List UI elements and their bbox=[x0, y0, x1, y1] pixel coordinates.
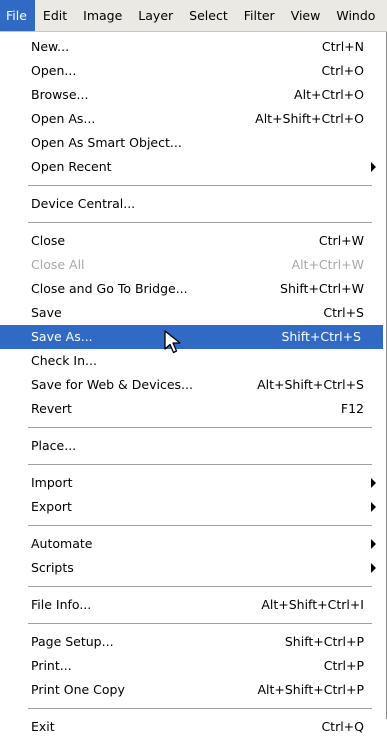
menu-item-shortcut: F12 bbox=[340, 401, 364, 416]
submenu-arrow-icon bbox=[371, 502, 376, 512]
menu-item-browse[interactable]: Browse... Alt+Ctrl+O bbox=[0, 83, 386, 107]
menu-separator bbox=[28, 708, 372, 709]
menu-layer[interactable]: Layer bbox=[130, 0, 181, 31]
menu-separator bbox=[28, 185, 372, 186]
menu-item-label: Open As Smart Object... bbox=[31, 135, 182, 150]
menu-bar: File Edit Image Layer Select Filter View… bbox=[0, 0, 387, 32]
menu-item-label: Save As... bbox=[31, 329, 93, 344]
menu-separator bbox=[28, 464, 372, 465]
menu-item-automate[interactable]: Automate bbox=[0, 532, 386, 556]
menu-window[interactable]: Windo bbox=[328, 0, 383, 31]
menu-item-label: Import bbox=[31, 475, 73, 490]
menu-item-shortcut: Ctrl+W bbox=[318, 233, 364, 248]
menu-item-shortcut: Alt+Shift+Ctrl+P bbox=[257, 682, 364, 697]
menu-item-label: Print One Copy bbox=[31, 682, 125, 697]
menu-item-label: Print... bbox=[31, 658, 72, 673]
menu-item-label: New... bbox=[31, 39, 70, 54]
menu-item-import[interactable]: Import bbox=[0, 471, 386, 495]
menu-separator bbox=[28, 427, 372, 428]
menu-file[interactable]: File bbox=[0, 0, 35, 31]
menu-item-label: File Info... bbox=[31, 597, 92, 612]
menu-item-label: Revert bbox=[31, 401, 72, 416]
menu-item-shortcut: Alt+Shift+Ctrl+S bbox=[257, 377, 364, 392]
menu-item-shortcut: Shift+Ctrl+S bbox=[281, 329, 361, 344]
menu-item-new[interactable]: New... Ctrl+N bbox=[0, 35, 386, 59]
menu-item-file-info[interactable]: File Info... Alt+Shift+Ctrl+I bbox=[0, 593, 386, 617]
menu-item-shortcut: Alt+Ctrl+W bbox=[291, 257, 364, 272]
submenu-arrow-icon bbox=[371, 478, 376, 488]
menu-item-save-for-web[interactable]: Save for Web & Devices... Alt+Shift+Ctrl… bbox=[0, 373, 386, 397]
menu-item-open-as[interactable]: Open As... Alt+Shift+Ctrl+O bbox=[0, 107, 386, 131]
menu-item-check-in[interactable]: Check In... bbox=[0, 349, 386, 373]
menu-item-label: Check In... bbox=[31, 353, 97, 368]
menu-item-open[interactable]: Open... Ctrl+O bbox=[0, 59, 386, 83]
menu-edit[interactable]: Edit bbox=[35, 0, 75, 31]
menu-item-label: Place... bbox=[31, 438, 77, 453]
menu-item-label: Open Recent bbox=[31, 159, 112, 174]
menu-item-label: Scripts bbox=[31, 560, 74, 575]
menu-item-shortcut: Ctrl+S bbox=[323, 305, 364, 320]
menu-item-label: Device Central... bbox=[31, 196, 136, 211]
menu-item-label: Page Setup... bbox=[31, 634, 114, 649]
menu-item-label: Automate bbox=[31, 536, 93, 551]
menu-item-close[interactable]: Close Ctrl+W bbox=[0, 229, 386, 253]
menu-separator bbox=[28, 222, 372, 223]
submenu-arrow-icon bbox=[371, 162, 376, 172]
menu-item-shortcut: Shift+Ctrl+P bbox=[284, 634, 364, 649]
menu-item-label: Open As... bbox=[31, 111, 96, 126]
menu-item-print[interactable]: Print... Ctrl+P bbox=[0, 654, 386, 678]
file-menu-dropdown: New... Ctrl+N Open... Ctrl+O Browse... A… bbox=[0, 32, 387, 734]
menu-item-label: Open... bbox=[31, 63, 77, 78]
menu-item-shortcut: Alt+Shift+Ctrl+O bbox=[255, 111, 364, 126]
menu-item-label: Browse... bbox=[31, 87, 89, 102]
menu-item-place[interactable]: Place... bbox=[0, 434, 386, 458]
menu-item-save[interactable]: Save Ctrl+S bbox=[0, 301, 386, 325]
menu-select[interactable]: Select bbox=[181, 0, 236, 31]
menu-item-save-as[interactable]: Save As... Shift+Ctrl+S bbox=[0, 325, 383, 349]
mouse-pointer-icon bbox=[164, 330, 181, 354]
menu-item-export[interactable]: Export bbox=[0, 495, 386, 519]
menu-item-shortcut: Alt+Ctrl+O bbox=[294, 87, 364, 102]
menu-item-label: Save for Web & Devices... bbox=[31, 377, 193, 392]
menu-view[interactable]: View bbox=[283, 0, 329, 31]
menu-separator bbox=[28, 525, 372, 526]
menu-item-shortcut: Ctrl+P bbox=[323, 658, 364, 673]
menu-item-label: Save bbox=[31, 305, 62, 320]
menu-item-close-go-to-bridge[interactable]: Close and Go To Bridge... Shift+Ctrl+W bbox=[0, 277, 386, 301]
menu-item-label: Close bbox=[31, 233, 66, 248]
menu-item-shortcut: Alt+Shift+Ctrl+I bbox=[261, 597, 364, 612]
menu-separator bbox=[28, 623, 372, 624]
menu-item-shortcut: Ctrl+N bbox=[321, 39, 364, 54]
menu-image[interactable]: Image bbox=[75, 0, 130, 31]
menu-item-page-setup[interactable]: Page Setup... Shift+Ctrl+P bbox=[0, 630, 386, 654]
menu-item-label: Close All bbox=[31, 257, 85, 272]
menu-separator bbox=[28, 586, 372, 587]
menu-item-device-central[interactable]: Device Central... bbox=[0, 192, 386, 216]
menu-item-close-all[interactable]: Close All Alt+Ctrl+W bbox=[0, 253, 386, 277]
menu-item-print-one-copy[interactable]: Print One Copy Alt+Shift+Ctrl+P bbox=[0, 678, 386, 702]
menu-item-scripts[interactable]: Scripts bbox=[0, 556, 386, 580]
menu-item-shortcut: Shift+Ctrl+W bbox=[280, 281, 364, 296]
menu-item-label: Close and Go To Bridge... bbox=[31, 281, 188, 296]
menu-item-open-smart-object[interactable]: Open As Smart Object... bbox=[0, 131, 386, 155]
menu-item-revert[interactable]: Revert F12 bbox=[0, 397, 386, 421]
menu-filter[interactable]: Filter bbox=[236, 0, 283, 31]
submenu-arrow-icon bbox=[371, 563, 376, 573]
menu-item-shortcut: Ctrl+O bbox=[321, 63, 364, 78]
menu-item-open-recent[interactable]: Open Recent bbox=[0, 155, 386, 179]
menu-item-label: Export bbox=[31, 499, 72, 514]
submenu-arrow-icon bbox=[371, 539, 376, 549]
